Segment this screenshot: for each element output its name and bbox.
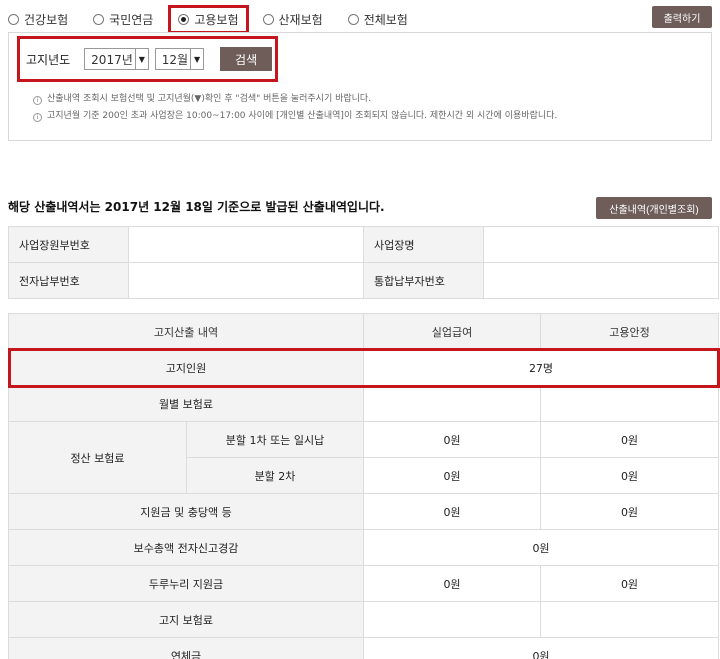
- combined-payer-no-value: [483, 262, 719, 299]
- biz-name-value: [483, 226, 719, 263]
- radio-button-icon: [8, 13, 19, 25]
- workplace-info-table: 사업장원부번호 사업장명 전자납부번호 통합납부자번호: [8, 226, 719, 299]
- help-notes: i 산출내역 조회시 보험선택 및 고지년월(▼)확인 후 "검색" 버튼을 눌러…: [33, 91, 557, 125]
- radio-label: 국민연금: [109, 12, 154, 27]
- info-icon: i: [33, 96, 42, 105]
- radio-national-pension[interactable]: 국민연금: [93, 11, 153, 28]
- settlement-sub2-stability: 0원: [540, 457, 719, 494]
- settlement-premium-label: 정산 보험료: [8, 421, 187, 494]
- column-header-item: 고지산출 내역: [8, 313, 364, 350]
- column-header-employment-stability: 고용안정: [540, 313, 719, 350]
- durunuri-label: 두루누리 지원금: [8, 565, 364, 602]
- search-panel: 고지년도 2017년 ▼ 12월 ▼ 검색 i 산출내역 조회시 보험선택 및 고지년…: [8, 32, 712, 141]
- help-note: i 고지년월 기준 200인 초과 사업장은 10:00~17:00 사이에 [개…: [33, 108, 557, 125]
- radio-label: 전체보험: [363, 12, 408, 27]
- support-unemployment: 0원: [363, 493, 541, 530]
- table-row-durunuri: 두루누리 지원금 0원 0원: [8, 565, 719, 602]
- search-form: 고지년도 2017년 ▼ 12월 ▼ 검색: [17, 36, 278, 82]
- help-note-text: 산출내역 조회시 보험선택 및 고지년월(▼)확인 후 "검색" 버튼을 눌러주…: [47, 94, 372, 104]
- electronic-payment-no-value: [128, 262, 364, 299]
- wage-reduction-label: 보수총액 전자신고경감: [8, 529, 364, 566]
- table-row: 전자납부번호 통합납부자번호: [8, 262, 719, 299]
- table-row-support: 지원금 및 충당액 등 0원 0원: [8, 493, 719, 530]
- radio-industrial-accident[interactable]: 산재보험: [262, 11, 323, 28]
- table-row-wage-reduction: 보수총액 전자신고경감 0원: [8, 529, 719, 566]
- chevron-down-icon: ▼: [134, 49, 148, 69]
- support-stability: 0원: [540, 493, 719, 530]
- settlement-sub1-stability: 0원: [540, 421, 719, 458]
- settlement-sub2-label: 분할 2차: [186, 457, 364, 494]
- support-label: 지원금 및 충당액 등: [8, 493, 364, 530]
- radio-button-selected-icon: [178, 13, 190, 25]
- arrears-label: 연체금: [8, 637, 364, 659]
- table-header-row: 고지산출 내역 실업급여 고용안정: [8, 313, 719, 350]
- radio-employment-insurance[interactable]: 고용보험: [168, 4, 249, 34]
- settlement-sub1-unemployment: 0원: [363, 421, 541, 458]
- notice-year-label: 고지년도: [26, 52, 71, 67]
- radio-button-icon: [93, 13, 105, 25]
- month-select-value: 12월: [161, 52, 189, 67]
- table-row-settlement-1: 정산 보험료 분할 1차 또는 일시납 0원 0원: [8, 421, 719, 494]
- monthly-premium-stability: [540, 385, 719, 422]
- help-note-text: 고지년월 기준 200인 초과 사업장은 10:00~17:00 사이에 [개인…: [47, 111, 558, 121]
- monthly-premium-unemployment: [363, 385, 541, 422]
- radio-label: 건강보험: [24, 12, 69, 27]
- notice-premium-stability: [540, 601, 719, 638]
- biz-no-label: 사업장원부번호: [8, 226, 129, 263]
- notice-premium-label: 고지 보험료: [8, 601, 364, 638]
- issue-notice: 해당 산출내역서는 2017년 12월 18일 기준으로 발급된 산출내역입니다…: [8, 200, 385, 214]
- radio-button-icon: [262, 13, 274, 25]
- notice-count-value: 27명: [363, 349, 719, 386]
- radio-health-insurance[interactable]: 건강보험: [8, 11, 68, 28]
- table-row-notice-count: 고지인원 27명: [8, 349, 719, 386]
- settlement-sub1-label: 분할 1차 또는 일시납: [186, 421, 364, 458]
- table-row-monthly-premium: 월별 보험료: [8, 385, 719, 422]
- table-row-arrears: 연체금 0원: [8, 637, 719, 659]
- help-note: i 산출내역 조회시 보험선택 및 고지년월(▼)확인 후 "검색" 버튼을 눌러…: [33, 91, 557, 108]
- info-icon: i: [33, 113, 42, 122]
- radio-button-icon: [347, 13, 359, 25]
- arrears-value: 0원: [363, 637, 719, 659]
- biz-no-value: [128, 226, 364, 263]
- year-select[interactable]: 2017년 ▼: [84, 48, 149, 70]
- year-select-value: 2017년: [91, 52, 133, 67]
- combined-payer-no-label: 통합납부자번호: [363, 262, 484, 299]
- settlement-sub2-unemployment: 0원: [363, 457, 541, 494]
- insurance-type-radio-group: 건강보험 국민연금 고용보험 산재보험 전체보험: [8, 4, 433, 34]
- radio-label: 고용보험: [194, 12, 239, 27]
- radio-all-insurance[interactable]: 전체보험: [347, 11, 408, 28]
- durunuri-stability: 0원: [540, 565, 719, 602]
- table-row-notice-premium: 고지 보험료: [8, 601, 719, 638]
- durunuri-unemployment: 0원: [363, 565, 541, 602]
- month-select[interactable]: 12월 ▼: [154, 48, 205, 70]
- column-header-unemployment: 실업급여: [363, 313, 541, 350]
- notice-premium-unemployment: [363, 601, 541, 638]
- radio-label: 산재보험: [278, 12, 323, 27]
- wage-reduction-value: 0원: [363, 529, 719, 566]
- electronic-payment-no-label: 전자납부번호: [8, 262, 129, 299]
- print-button[interactable]: 출력하기: [652, 6, 712, 28]
- table-row: 사업장원부번호 사업장명: [8, 226, 719, 263]
- biz-name-label: 사업장명: [363, 226, 484, 263]
- premium-calculation-table: 고지산출 내역 실업급여 고용안정 고지인원 27명 월별 보험료 정산 보험료…: [8, 313, 719, 659]
- monthly-premium-label: 월별 보험료: [8, 385, 364, 422]
- individual-breakdown-button[interactable]: 산출내역(개인별조회): [596, 197, 712, 219]
- chevron-down-icon: ▼: [190, 49, 203, 69]
- notice-count-label: 고지인원: [8, 349, 364, 386]
- search-button[interactable]: 검색: [220, 47, 273, 71]
